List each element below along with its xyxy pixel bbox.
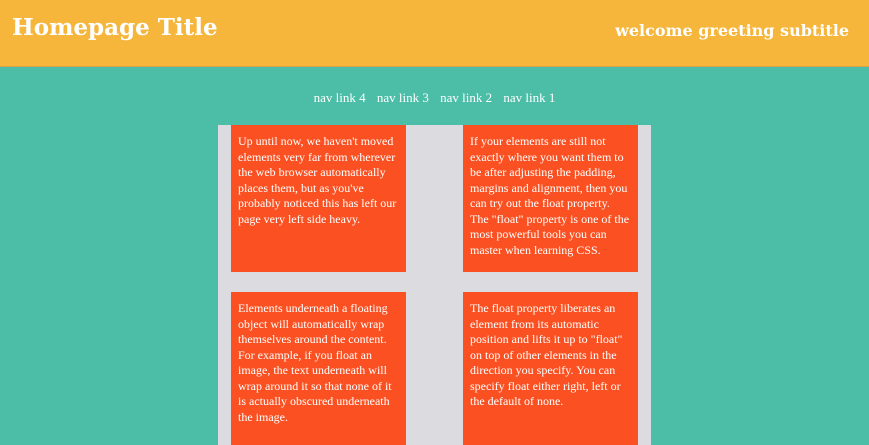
page-title: Homepage Title [12,14,218,41]
content-box-text: If your elements are still not exactly w… [470,134,630,257]
page-subtitle: welcome greeting subtitle [615,21,849,40]
content-box-text: Elements underneath a floating object wi… [238,301,392,424]
content-area: Up until now, we haven't moved elements … [218,125,651,445]
nav-link-3[interactable]: nav link 3 [377,90,429,105]
content-box-4: The float property liberates an element … [463,292,638,445]
nav-link-2[interactable]: nav link 2 [440,90,492,105]
content-box-text: The float property liberates an element … [470,301,623,408]
content-box-1: Up until now, we haven't moved elements … [231,125,406,272]
nav-link-4[interactable]: nav link 4 [314,90,366,105]
content-box-2: If your elements are still not exactly w… [463,125,638,272]
page-header: Homepage Title welcome greeting subtitle [0,0,869,67]
content-box-3: Elements underneath a floating object wi… [231,292,406,445]
main-nav: nav link 4 nav link 3 nav link 2 nav lin… [0,90,869,106]
content-box-text: Up until now, we haven't moved elements … [238,134,397,226]
nav-link-1[interactable]: nav link 1 [503,90,555,105]
